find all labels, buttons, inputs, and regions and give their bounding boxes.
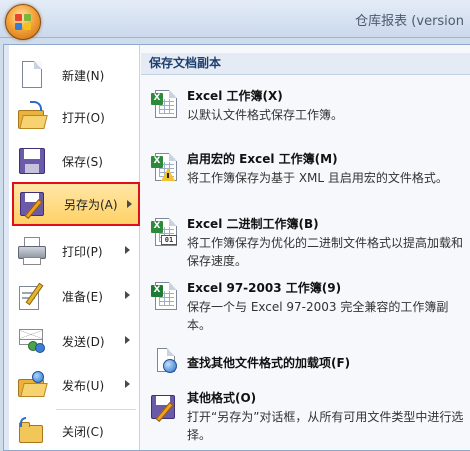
save-as-icon [18, 188, 50, 220]
submenu-arrow-icon [127, 200, 132, 208]
option-excel-workbook[interactable]: X Excel 工作簿(X) 以默认文件格式保存工作簿。 [147, 87, 467, 127]
window-title: 仓库报表 (version [355, 14, 464, 29]
title-bar: 仓库报表 (version [0, 0, 470, 38]
option-description: 打开“另存为”对话框，从所有可用文件类型中进行选择。 [187, 410, 464, 442]
excel-macro-workbook-icon: X [149, 152, 181, 184]
submenu-arrow-icon [125, 246, 130, 254]
menu-item-label: 准备(E) [62, 289, 103, 304]
menu-item-label: 打印(P) [62, 244, 103, 259]
option-excel-macro-workbook[interactable]: X 启用宏的 Excel 工作簿(M) 将工作簿保存为基于 XML 且启用宏的文… [147, 150, 467, 208]
office-button[interactable] [5, 4, 41, 40]
option-title: Excel 二进制工作簿(B) [187, 217, 319, 231]
menu-item-prepare[interactable]: 准备(E) [12, 276, 136, 316]
menu-item-send[interactable]: 发送(D) [12, 321, 136, 361]
menu-item-print[interactable]: 打印(P) [12, 231, 136, 271]
excel-binary-workbook-icon: X 01 [149, 217, 181, 249]
option-title: Excel 工作簿(X) [187, 89, 283, 103]
submenu-arrow-icon [125, 291, 130, 299]
option-description: 将工作簿保存为基于 XML 且启用宏的文件格式。 [187, 171, 448, 185]
menu-item-label: 另存为(A) [64, 197, 118, 212]
submenu-arrow-icon [125, 380, 130, 388]
excel-97-2003-icon: X [149, 281, 181, 313]
option-excel-binary-workbook[interactable]: X 01 Excel 二进制工作簿(B) 将工作簿保存为优化的二进制文件格式以提… [147, 215, 467, 273]
menu-separator [56, 409, 136, 410]
office-logo-icon [15, 14, 31, 30]
excel-workbook-icon: X [149, 89, 181, 121]
option-title: Excel 97-2003 工作簿(9) [187, 281, 342, 295]
send-icon [16, 325, 48, 357]
option-find-addins[interactable]: 查找其他文件格式的加载项(F) [147, 345, 467, 375]
option-description: 保存一个与 Excel 97-2003 完全兼容的工作簿副本。 [187, 300, 449, 332]
new-document-icon [16, 59, 48, 91]
option-title: 查找其他文件格式的加载项(F) [187, 356, 351, 370]
printer-icon [16, 235, 48, 267]
submenu-arrow-icon [125, 336, 130, 344]
menu-item-save[interactable]: 保存(S) [12, 141, 136, 181]
prepare-icon [16, 280, 48, 312]
option-description: 将工作簿保存为优化的二进制文件格式以提高加载和保存速度。 [187, 236, 464, 268]
option-other-formats[interactable]: 其他格式(O) 打开“另存为”对话框，从所有可用文件类型中进行选择。 [147, 389, 467, 447]
menu-item-close[interactable]: 关闭(C) [12, 411, 136, 451]
office-menu: 新建(N) 打开(O) 保存(S) 另存为(A) 打印(P) 准备(E) 发送(… [3, 44, 470, 451]
publish-icon [16, 369, 48, 401]
menu-item-label: 保存(S) [62, 154, 103, 169]
menu-item-label: 发布(U) [62, 378, 105, 393]
menu-item-label: 关闭(C) [62, 424, 104, 439]
file-commands-list: 新建(N) 打开(O) 保存(S) 另存为(A) 打印(P) 准备(E) 发送(… [4, 45, 140, 450]
menu-item-open[interactable]: 打开(O) [12, 97, 136, 137]
other-formats-icon [149, 391, 181, 423]
menu-item-label: 新建(N) [62, 68, 105, 83]
save-as-submenu: 保存文档副本 X Excel 工作簿(X) 以默认文件格式保存工作簿。 X 启用… [141, 45, 470, 450]
menu-item-label: 发送(D) [62, 334, 105, 349]
menu-item-save-as[interactable]: 另存为(A) [12, 182, 140, 226]
close-folder-icon [16, 415, 48, 447]
save-disk-icon [16, 145, 48, 177]
option-title: 启用宏的 Excel 工作簿(M) [187, 152, 338, 166]
find-addins-icon [149, 347, 181, 379]
menu-item-publish[interactable]: 发布(U) [12, 365, 136, 405]
option-title: 其他格式(O) [187, 391, 257, 405]
menu-item-label: 打开(O) [62, 110, 105, 125]
submenu-header: 保存文档副本 [141, 53, 470, 75]
open-folder-icon [16, 101, 48, 133]
option-description: 以默认文件格式保存工作簿。 [187, 108, 344, 122]
option-excel-97-2003-workbook[interactable]: X Excel 97-2003 工作簿(9) 保存一个与 Excel 97-20… [147, 279, 467, 335]
menu-item-new[interactable]: 新建(N) [12, 55, 136, 95]
